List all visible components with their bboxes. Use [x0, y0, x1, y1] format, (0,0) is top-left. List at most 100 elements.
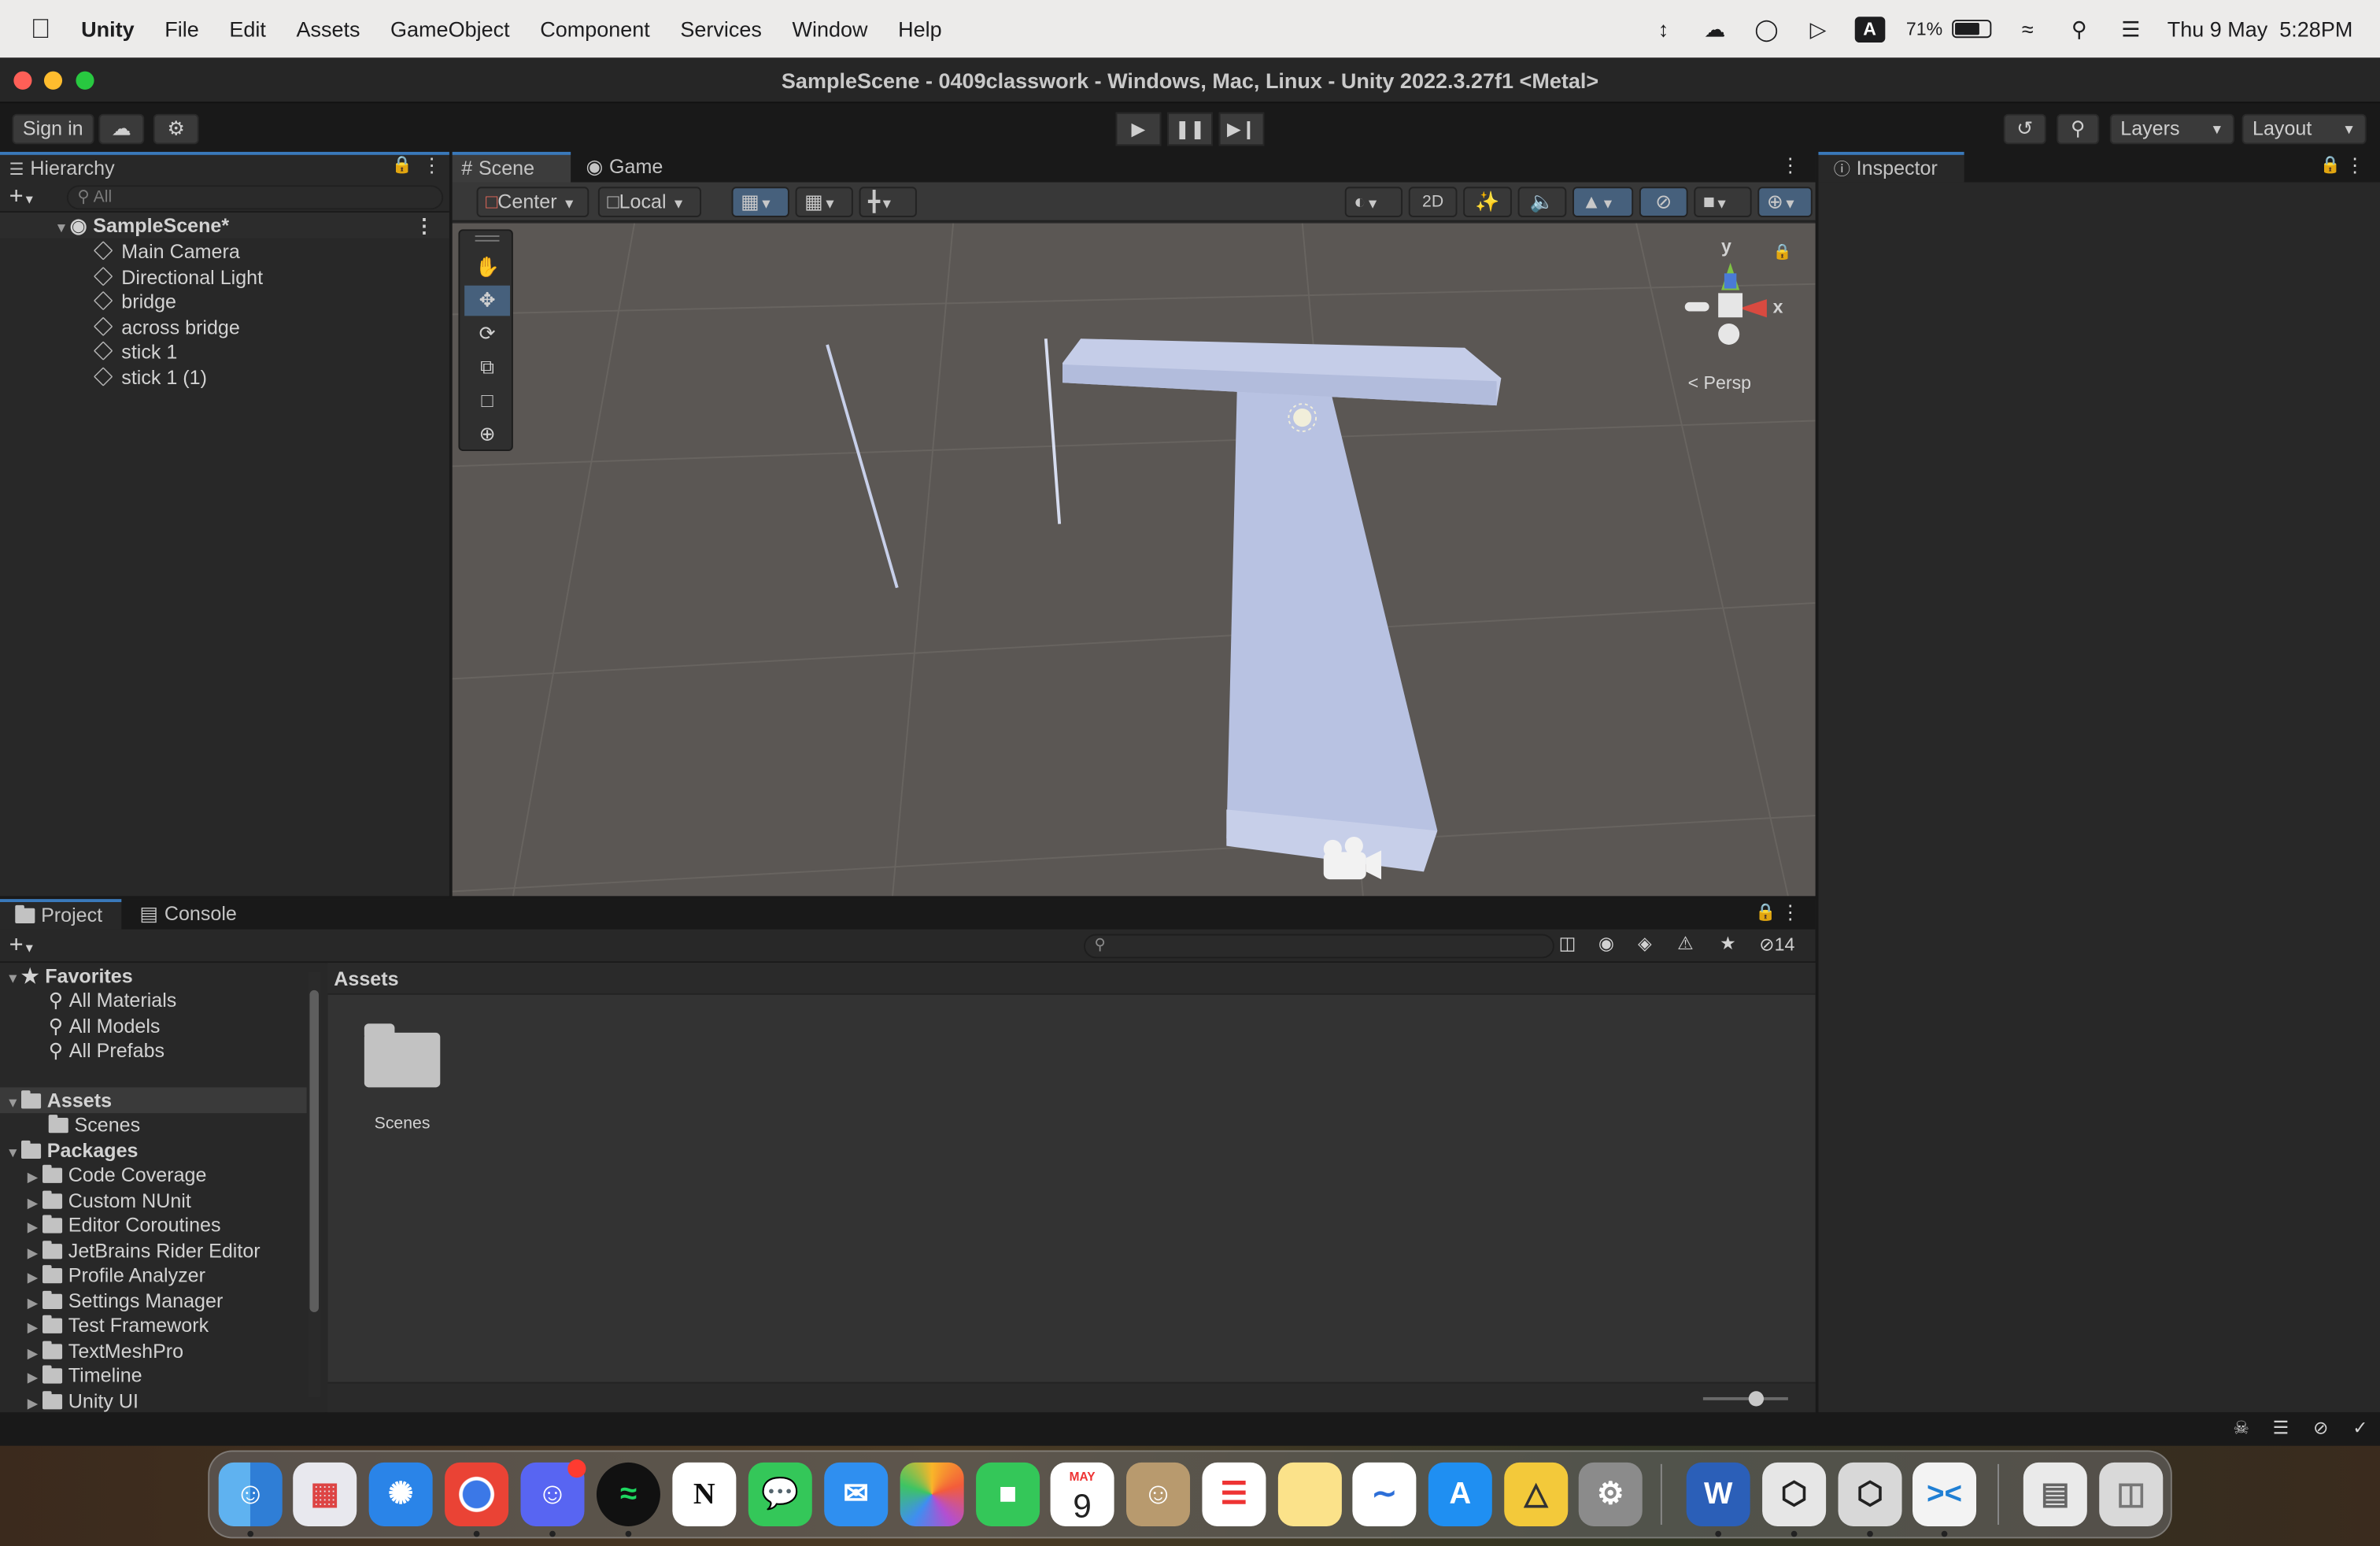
gizmo-x-axis[interactable]: [1739, 299, 1767, 318]
filter-by-label-icon[interactable]: ◈: [1638, 933, 1652, 954]
package-item[interactable]: ▶ Timeline: [28, 1363, 142, 1389]
contacts-icon[interactable]: ☺: [1126, 1462, 1191, 1526]
progress-check-icon[interactable]: ✓: [2352, 1417, 2367, 1438]
panel-menu-icon[interactable]: ⋮: [1780, 901, 1800, 925]
cloud-icon[interactable]: ☁: [1700, 17, 1731, 41]
word-icon[interactable]: W: [1686, 1462, 1750, 1526]
app-menu-unity[interactable]: Unity: [66, 0, 150, 57]
lighting-toggle-icon[interactable]: ✨: [1463, 187, 1512, 217]
package-item[interactable]: ▶ Code Coverage: [28, 1162, 207, 1188]
unity-icon[interactable]: ⬡: [1838, 1462, 1902, 1526]
system-settings-icon[interactable]: ⚙: [1578, 1462, 1643, 1526]
draw-mode-dropdown[interactable]: ◐▼: [1344, 187, 1403, 217]
scene-menu-icon[interactable]: ⋮: [415, 213, 434, 239]
play-button[interactable]: ▶: [1115, 112, 1162, 146]
expand-triangle-icon[interactable]: ▼: [6, 1090, 21, 1116]
tab-game[interactable]: ◉ Game: [577, 152, 675, 183]
photos-icon[interactable]: [900, 1462, 964, 1526]
layers-dropdown[interactable]: Layers ▼: [2109, 113, 2234, 145]
lock-icon[interactable]: 🔒: [1755, 902, 1776, 922]
hierarchy-item[interactable]: Directional Light: [93, 264, 263, 290]
lock-icon[interactable]: 🔒: [392, 155, 412, 175]
reminders-icon[interactable]: ☰: [1202, 1462, 1266, 1526]
gizmo-neg-x[interactable]: [1684, 301, 1709, 312]
grid-snapping-button[interactable]: ▦▼: [731, 187, 789, 217]
tab-console[interactable]: ▤ Console: [131, 899, 249, 930]
hierarchy-item[interactable]: bridge: [93, 289, 176, 315]
icon-size-slider[interactable]: [1702, 1391, 1788, 1407]
package-item[interactable]: ▶ Editor Coroutines: [28, 1212, 221, 1238]
favorite-item[interactable]: ⚲ All Materials: [49, 987, 177, 1013]
hierarchy-item[interactable]: Main Camera: [93, 239, 240, 264]
panel-menu-icon[interactable]: ⋮: [2345, 153, 2365, 178]
tab-project[interactable]: Project: [0, 899, 122, 930]
add-object-button[interactable]: +▼: [9, 183, 35, 216]
collab-settings-button[interactable]: ⚙: [153, 113, 199, 145]
expand-triangle-icon[interactable]: ▶: [28, 1315, 42, 1341]
folder-item[interactable]: Scenes: [48, 1111, 140, 1137]
gizmo-neg-y[interactable]: [1718, 323, 1740, 345]
bug-report-icon[interactable]: ☠: [2233, 1417, 2249, 1438]
safari-icon[interactable]: ✺: [368, 1462, 433, 1526]
undo-history-button[interactable]: ↺: [2003, 113, 2046, 145]
scene-viewport[interactable]: ✋ ✥ ⟳ ⧉ □ ⊕ 🔒 y x < Persp: [452, 223, 1816, 897]
pause-button[interactable]: ❚❚: [1167, 112, 1213, 146]
menu-file[interactable]: File: [150, 0, 214, 57]
packages-folder-row[interactable]: ▼ Packages: [6, 1137, 139, 1163]
hierarchy-item[interactable]: across bridge: [93, 314, 240, 340]
transform-tool-icon[interactable]: ⊕: [464, 419, 510, 449]
trash-icon[interactable]: ◫: [2099, 1462, 2164, 1526]
apple-icon[interactable]: : [0, 0, 66, 57]
rect-tool-icon[interactable]: □: [464, 386, 510, 416]
expand-triangle-icon[interactable]: ▶: [28, 1215, 42, 1241]
creative-cloud-icon[interactable]: ◯: [1751, 17, 1782, 41]
grid-visibility-button[interactable]: ▦▼: [795, 187, 853, 217]
toggle-2d-button[interactable]: 2D: [1408, 187, 1458, 217]
tab-inspector[interactable]: ⓘ Inspector: [1818, 151, 1964, 183]
documents-stack-icon[interactable]: ▤: [2023, 1462, 2087, 1526]
create-asset-button[interactable]: +▼: [9, 930, 35, 966]
hand-tool-icon[interactable]: ✋: [464, 252, 510, 283]
slider-thumb[interactable]: [1748, 1391, 1765, 1407]
hidden-packages-toggle[interactable]: ⊘14: [1759, 934, 1794, 956]
spotify-icon[interactable]: ≈: [596, 1462, 660, 1526]
app-store-icon[interactable]: A: [1428, 1462, 1492, 1526]
menu-edit[interactable]: Edit: [214, 0, 281, 57]
finder-icon[interactable]: ☺: [218, 1462, 283, 1526]
scene-visibility-icon[interactable]: ⊘: [1639, 187, 1688, 217]
calendar-icon[interactable]: MAY 9: [1050, 1462, 1114, 1526]
pivot-dropdown[interactable]: □Center ▼: [476, 187, 589, 217]
projection-toggle[interactable]: < Persp: [1688, 372, 1751, 394]
stick-1-object[interactable]: [826, 344, 899, 589]
debug-mode-icon[interactable]: ⊘: [2313, 1417, 2328, 1438]
vscode-icon[interactable]: ><: [1913, 1462, 1977, 1526]
gizmo-z-axis[interactable]: [1724, 273, 1737, 289]
messages-icon[interactable]: 💬: [748, 1462, 812, 1526]
facetime-icon[interactable]: ■: [976, 1462, 1040, 1526]
favorite-star-icon[interactable]: ★: [1720, 933, 1736, 954]
tab-scene[interactable]: # Scene: [452, 151, 571, 183]
hierarchy-item[interactable]: stick 1 (1): [93, 364, 207, 390]
cloud-button[interactable]: ☁: [98, 113, 145, 145]
cache-server-icon[interactable]: ☰: [2273, 1417, 2289, 1438]
breadcrumb-assets[interactable]: Assets: [334, 967, 398, 990]
asset-grid-item[interactable]: Scenes: [358, 1023, 446, 1139]
package-item[interactable]: ▶ Settings Manager: [28, 1288, 224, 1314]
stick-1-1-object[interactable]: [1044, 338, 1062, 524]
menu-services[interactable]: Services: [665, 0, 777, 57]
hierarchy-search-input[interactable]: ⚲ All: [66, 185, 444, 210]
expand-triangle-icon[interactable]: ▼: [6, 1141, 21, 1167]
notion-icon[interactable]: N: [672, 1462, 737, 1526]
step-button[interactable]: ▶❙: [1218, 112, 1265, 146]
package-item[interactable]: ▶ Profile Analyzer: [28, 1262, 205, 1288]
input-source-icon[interactable]: A: [1854, 16, 1885, 43]
resize-arrows-icon[interactable]: ↕: [1648, 17, 1679, 41]
favorites-header[interactable]: ▼ ★ Favorites: [6, 963, 133, 989]
spotlight-search-icon[interactable]: ⚲: [2064, 17, 2095, 41]
panel-menu-icon[interactable]: ⋮: [1780, 153, 1800, 178]
expand-triangle-icon[interactable]: ▶: [28, 1165, 42, 1191]
scrollbar-thumb[interactable]: [309, 989, 320, 1312]
launchpad-icon[interactable]: ▦: [293, 1462, 357, 1526]
expand-triangle-icon[interactable]: ▶: [28, 1265, 42, 1291]
menu-window[interactable]: Window: [777, 0, 883, 57]
